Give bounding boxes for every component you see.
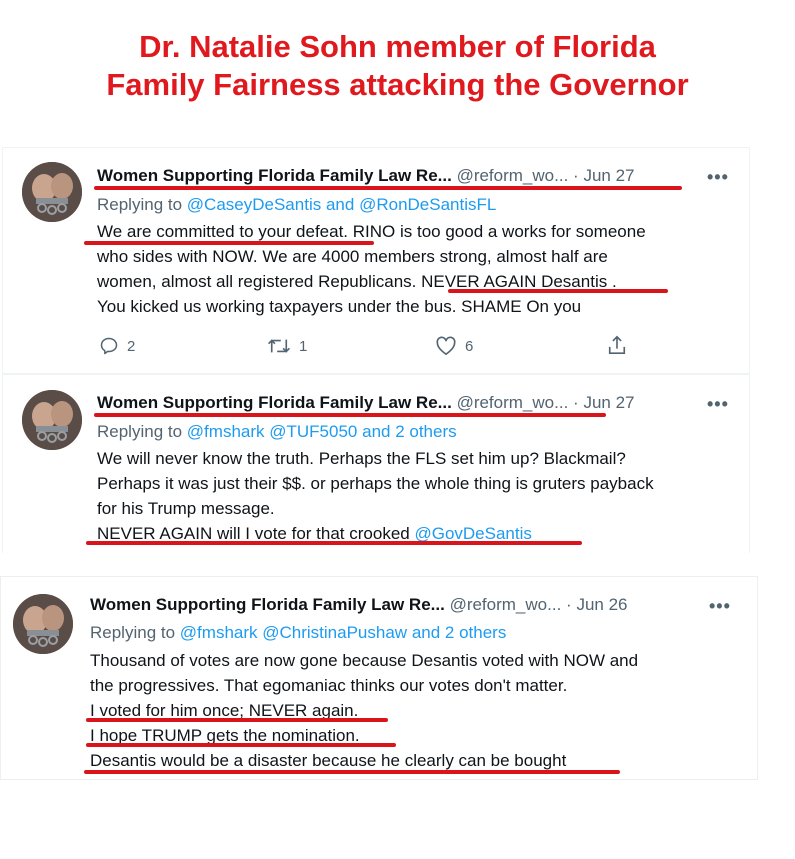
author-name[interactable]: Women Supporting Florida Family Law Re..…	[90, 595, 445, 614]
tweet-text-line: Perhaps it was just their $$. or perhaps…	[97, 474, 654, 493]
replying-to-label: Replying to	[90, 623, 176, 642]
more-options-icon[interactable]: •••	[707, 395, 729, 413]
annotation-underline	[94, 186, 682, 190]
more-options-icon[interactable]: •••	[707, 168, 729, 186]
tweet-date[interactable]: Jun 27	[583, 393, 634, 412]
tweet-header: Women Supporting Florida Family Law Re..…	[97, 391, 634, 415]
annotation-underline	[448, 289, 668, 293]
author-handle[interactable]: @reform_wo...	[457, 166, 569, 185]
replying-to: Replying to @CaseyDeSantis and @RonDeSan…	[97, 193, 496, 217]
and-others-link[interactable]: and 2 others	[412, 623, 507, 642]
tweet-text-line: for his Trump message.	[97, 499, 275, 518]
tweet-text-line: Thousand of votes are now gone because D…	[90, 651, 639, 670]
mention-link[interactable]: @RonDeSantisFL	[359, 195, 496, 214]
separator-dot: ·	[573, 393, 579, 412]
avatar[interactable]	[13, 594, 73, 654]
retweet-button[interactable]: 1	[267, 336, 307, 356]
page-headline: Dr. Natalie Sohn member of Florida Famil…	[0, 28, 795, 104]
mention-and: and	[325, 195, 355, 214]
separator-dot: ·	[566, 595, 572, 614]
avatar[interactable]	[22, 162, 82, 222]
avatar-image-icon	[22, 162, 82, 222]
and-others-link[interactable]: and 2 others	[362, 422, 457, 441]
like-icon	[436, 336, 456, 355]
replying-to-label: Replying to	[97, 195, 183, 214]
replying-to: Replying to @fmshark @ChristinaPushaw an…	[90, 621, 506, 645]
mention-link[interactable]: @CaseyDeSantis	[187, 195, 321, 214]
mention-link[interactable]: @TUF5050	[269, 422, 357, 441]
tweet-card-1[interactable]: Women Supporting Florida Family Law Re..…	[2, 147, 750, 374]
replying-to: Replying to @fmshark @TUF5050 and 2 othe…	[97, 420, 457, 444]
like-count: 6	[465, 337, 474, 355]
reply-button[interactable]: 2	[99, 336, 135, 356]
avatar-image-icon	[13, 594, 73, 654]
more-options-icon[interactable]: •••	[709, 597, 731, 615]
author-name[interactable]: Women Supporting Florida Family Law Re..…	[97, 393, 452, 412]
tweet-date[interactable]: Jun 26	[576, 595, 627, 614]
like-button[interactable]: 6	[435, 336, 473, 356]
mention-link[interactable]: @ChristinaPushaw	[262, 623, 407, 642]
annotation-underline	[86, 718, 388, 722]
annotation-underline	[84, 241, 374, 245]
headline-line-1: Dr. Natalie Sohn member of Florida	[139, 29, 656, 64]
author-name[interactable]: Women Supporting Florida Family Law Re..…	[97, 166, 452, 185]
tweet-text-line: the progressives. That egomaniac thinks …	[90, 676, 568, 695]
tweet-card-3[interactable]: Women Supporting Florida Family Law Re..…	[0, 576, 758, 780]
tweet-date[interactable]: Jun 27	[583, 166, 634, 185]
reply-count: 2	[127, 337, 136, 355]
mention-link[interactable]: @fmshark	[180, 623, 258, 642]
retweet-count: 1	[299, 337, 308, 355]
author-handle[interactable]: @reform_wo...	[457, 393, 569, 412]
tweet-header: Women Supporting Florida Family Law Re..…	[90, 593, 627, 617]
tweet-header: Women Supporting Florida Family Law Re..…	[97, 164, 634, 188]
author-handle[interactable]: @reform_wo...	[450, 595, 562, 614]
annotation-underline	[84, 770, 620, 774]
annotation-underline	[86, 541, 582, 545]
reply-icon	[100, 337, 118, 355]
tweet-text: We are committed to your defeat. RINO is…	[97, 219, 646, 319]
mention-link[interactable]: @fmshark	[187, 422, 265, 441]
share-icon	[608, 335, 626, 354]
tweet-text: We will never know the truth. Perhaps th…	[97, 446, 654, 546]
replying-to-label: Replying to	[97, 422, 183, 441]
annotation-underline	[94, 413, 606, 417]
avatar[interactable]	[22, 390, 82, 450]
tweet-text-line: who sides with NOW. We are 4000 members …	[97, 247, 608, 266]
annotation-underline	[86, 743, 396, 747]
retweet-icon	[267, 339, 291, 353]
tweet-text: Thousand of votes are now gone because D…	[90, 648, 638, 773]
avatar-image-icon	[22, 390, 82, 450]
share-button[interactable]	[607, 334, 627, 356]
tweet-text-line: We will never know the truth. Perhaps th…	[97, 449, 626, 468]
separator-dot: ·	[573, 166, 579, 185]
tweet-card-2[interactable]: Women Supporting Florida Family Law Re..…	[2, 374, 750, 553]
headline-line-2: Family Fairness attacking the Governor	[106, 67, 689, 102]
tweet-text-line: You kicked us working taxpayers under th…	[97, 297, 582, 316]
